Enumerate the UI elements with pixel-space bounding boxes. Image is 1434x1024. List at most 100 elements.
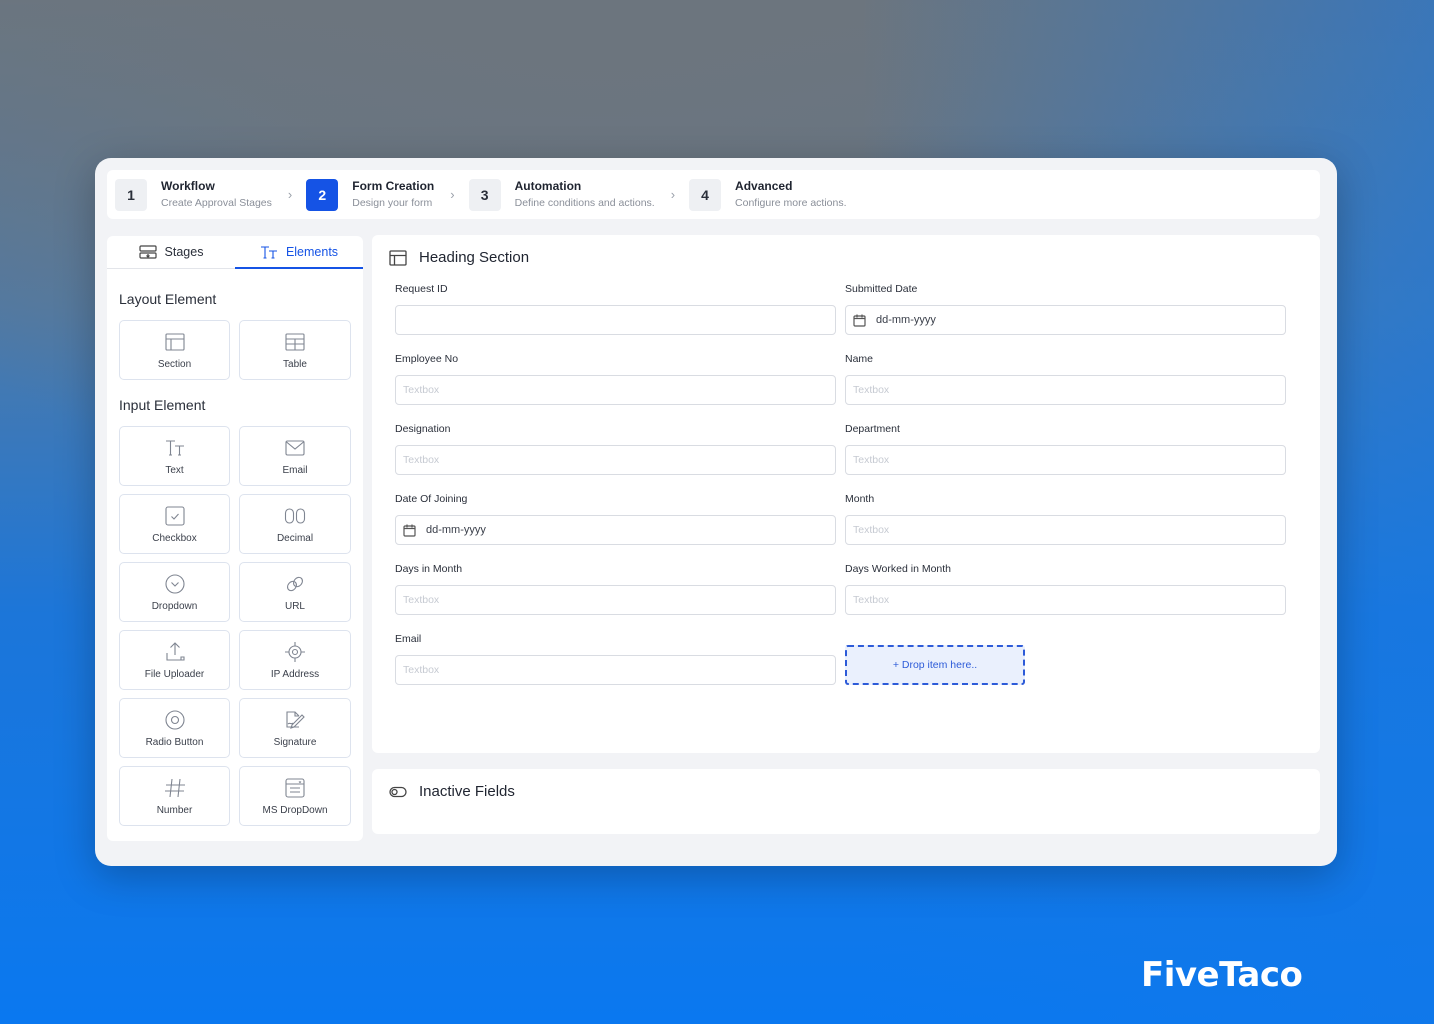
name-input[interactable] [845,375,1286,405]
calendar-icon [403,524,416,537]
section-header[interactable]: Heading Section [389,249,529,266]
tab-label: Elements [285,245,339,259]
field-submitted-date: Submitted Date dd-mm-yyyy [845,283,1286,335]
element-signature[interactable]: Signature [239,698,351,758]
element-decimal[interactable]: Decimal [239,494,351,554]
section-icon [389,249,407,266]
element-file-uploader[interactable]: File Uploader [119,630,230,690]
step-subtitle: Define conditions and actions. [514,196,655,209]
element-label: Table [283,358,307,370]
field-days-worked: Days Worked in Month [845,563,1286,615]
field-label: Submitted Date [845,283,918,295]
step-workflow[interactable]: 1 Workflow Create Approval Stages [115,170,272,219]
month-input[interactable] [845,515,1286,545]
field-request-id: Request ID [395,283,836,335]
field-days-in-month: Days in Month [395,563,836,615]
department-input[interactable] [845,445,1286,475]
multiselect-icon [285,777,305,798]
field-label: Employee No [395,353,459,365]
link-icon [287,576,303,591]
element-label: Section [157,358,192,370]
layout-element-heading: Layout Element [119,291,217,307]
form-fields: Request ID Submitted Date dd-mm-yyyy Emp… [395,283,1287,703]
form-canvas: Heading Section Request ID Submitted Dat… [372,235,1320,753]
days-in-month-input[interactable] [395,585,836,615]
step-subtitle: Create Approval Stages [161,196,272,209]
field-label: Days Worked in Month [845,563,952,575]
element-label: MS DropDown [262,804,328,816]
section-icon [164,332,185,351]
upload-icon [165,641,185,661]
days-worked-input[interactable] [845,585,1286,615]
step-automation[interactable]: 3 Automation Define conditions and actio… [468,170,655,219]
element-ip-address[interactable]: IP Address [239,630,351,690]
inactive-fields-header[interactable]: Inactive Fields [389,783,515,800]
email-input[interactable] [395,655,836,685]
designation-input[interactable] [395,445,836,475]
element-dropdown[interactable]: Dropdown [119,562,230,622]
text-icon [165,439,184,456]
drop-zone[interactable]: + Drop item here.. [845,645,1025,685]
step-number: 1 [115,178,147,211]
field-label: Days in Month [395,563,463,575]
step-number: 2 [306,178,339,211]
element-radio-button[interactable]: Radio Button [119,698,230,758]
element-email[interactable]: Email [239,426,351,486]
element-label: Signature [273,736,317,748]
inactive-fields-title: Inactive Fields [419,783,515,800]
toggle-icon [389,786,407,797]
element-ms-dropdown[interactable]: MS DropDown [239,766,351,826]
field-email: Email [395,633,836,685]
field-label: Month [845,493,875,505]
stages-icon [138,245,157,259]
request-id-input[interactable] [395,305,836,335]
step-advanced[interactable]: 4 Advanced Configure more actions. [689,170,847,219]
step-title: Form Creation [352,178,435,193]
field-label: Name [845,353,874,365]
field-label: Email [395,633,422,645]
step-title: Automation [514,178,582,193]
element-text[interactable]: Text [119,426,230,486]
element-section[interactable]: Section [119,320,230,380]
element-checkbox[interactable]: Checkbox [119,494,230,554]
element-url[interactable]: URL [239,562,351,622]
section-title: Heading Section [419,249,530,266]
tab-stages[interactable]: Stages [107,236,235,268]
date-value: dd-mm-yyyy [876,314,936,326]
calendar-icon [853,314,866,327]
step-form-creation[interactable]: 2 Form Creation Design your form [306,170,434,219]
chevron-right-icon: › [670,187,676,202]
step-number: 4 [689,178,722,211]
field-employee-no: Employee No [395,353,836,405]
dropdown-icon [164,573,185,594]
step-title: Workflow [161,178,215,193]
sidebar-tabs: Stages Elements [107,236,363,269]
element-table[interactable]: Table [239,320,351,380]
field-department: Department [845,423,1286,475]
element-label: Email [282,464,308,476]
table-icon [285,332,305,351]
field-designation: Designation [395,423,836,475]
element-label: Decimal [276,532,314,544]
submitted-date-input[interactable]: dd-mm-yyyy [845,305,1286,335]
email-icon [285,439,305,456]
text-size-icon [260,245,278,259]
brand-logo: FiveTaco [1141,955,1303,995]
field-month: Month [845,493,1286,545]
step-title: Advanced [735,178,793,193]
field-label: Department [845,423,900,435]
tab-elements[interactable]: Elements [235,236,363,269]
chevron-right-icon: › [450,187,455,202]
employee-no-input[interactable] [395,375,836,405]
element-number[interactable]: Number [119,766,230,826]
form-builder-card: 1 Workflow Create Approval Stages › 2 Fo… [95,158,1337,866]
signature-icon [286,710,305,729]
layout-element-grid: Section Table [119,320,363,380]
step-subtitle: Configure more actions. [735,196,847,209]
element-label: URL [284,600,305,612]
element-label: File Uploader [144,668,205,680]
checkbox-icon [164,505,185,526]
step-subtitle: Design your form [352,196,433,209]
stepper: 1 Workflow Create Approval Stages › 2 Fo… [107,170,1320,219]
date-of-joining-input[interactable]: dd-mm-yyyy [395,515,836,545]
